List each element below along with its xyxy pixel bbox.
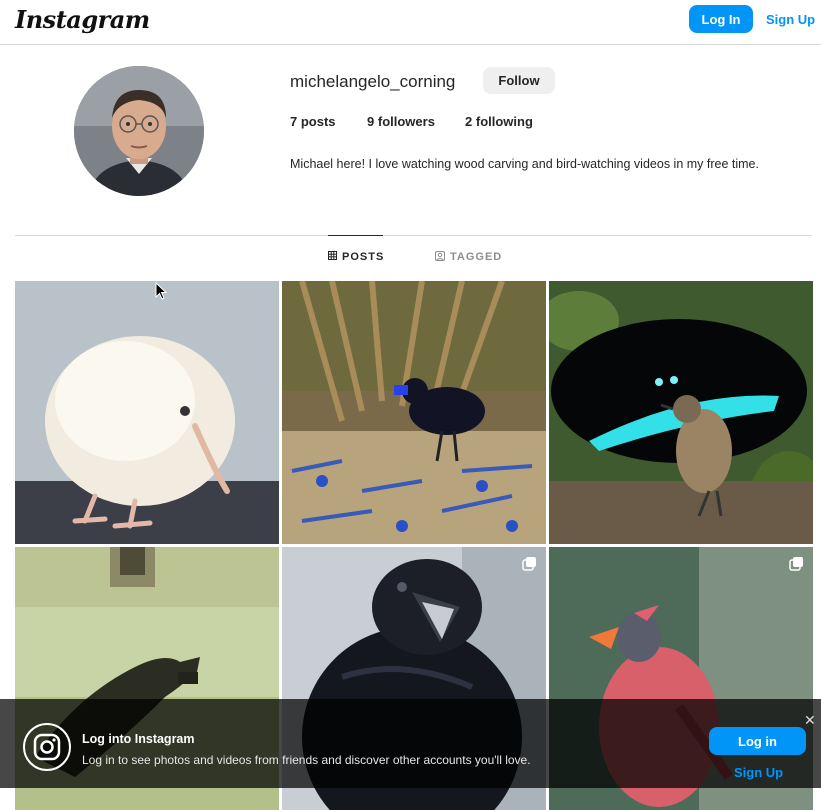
following-stat[interactable]: 2 following	[465, 114, 533, 129]
posts-label: posts	[300, 114, 336, 129]
post-tile-bird-of-paradise[interactable]	[549, 281, 813, 544]
login-banner: Log into Instagram Log in to see photos …	[0, 699, 821, 788]
top-nav: Instagram Log In Sign Up	[0, 0, 821, 45]
avatar[interactable]	[74, 66, 204, 196]
instagram-logo[interactable]: Instagram	[15, 5, 150, 34]
following-count: 2	[465, 114, 473, 129]
tabs-divider	[15, 235, 812, 236]
post-tile-kiwi[interactable]	[15, 281, 279, 544]
followers-label: followers	[377, 114, 435, 129]
signup-link[interactable]: Sign Up	[766, 12, 815, 27]
profile-bio: Michael here! I love watching wood carvi…	[290, 157, 759, 171]
tab-tagged-label: TAGGED	[450, 251, 503, 263]
tab-posts[interactable]: POSTS	[328, 235, 383, 278]
banner-title: Log into Instagram	[82, 732, 195, 746]
tab-tagged[interactable]: TAGGED	[435, 236, 502, 278]
multiple-photos-icon	[522, 557, 536, 571]
post-tile-bowerbird[interactable]	[282, 281, 546, 544]
followers-count: 9	[367, 114, 375, 129]
banner-login-button[interactable]: Log in	[709, 727, 806, 755]
tab-posts-label: POSTS	[342, 251, 385, 263]
multiple-photos-icon	[789, 557, 803, 571]
follow-button[interactable]: Follow	[483, 67, 555, 94]
banner-signup-link[interactable]: Sign Up	[734, 765, 783, 780]
mouse-cursor-icon	[155, 282, 167, 300]
banner-text: Log in to see photos and videos from fri…	[82, 753, 531, 767]
posts-stat: 7 posts	[290, 114, 336, 129]
profile-username: michelangelo_corning	[290, 72, 456, 91]
grid-icon	[328, 251, 337, 263]
login-button[interactable]: Log In	[689, 5, 753, 33]
following-label: following	[475, 114, 533, 129]
posts-count: 7	[290, 114, 298, 129]
followers-stat[interactable]: 9 followers	[367, 114, 435, 129]
tag-icon	[435, 250, 445, 264]
instagram-camera-icon	[23, 723, 71, 771]
close-icon[interactable]: ✕	[804, 712, 816, 729]
